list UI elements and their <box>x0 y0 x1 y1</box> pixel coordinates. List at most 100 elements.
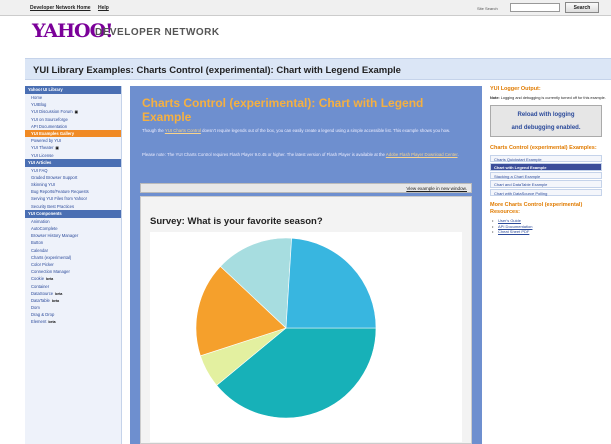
sidebar-item[interactable]: Button <box>25 239 121 246</box>
sidebar-item[interactable]: AutoComplete <box>25 225 121 232</box>
sidebar-item-label: Color Picker <box>31 261 54 267</box>
sidebar-item-label: Calendar <box>31 247 48 253</box>
developer-network-label: DEVELOPER NETWORK <box>95 27 220 38</box>
sidebar-item-badge: beta <box>51 298 60 303</box>
sidebar-section-header: Yahoo! UI Library <box>25 86 121 94</box>
sidebar-item[interactable]: Color Picker <box>25 261 121 268</box>
req-text-pre: Please note: The YUI Charts Control requ… <box>142 152 386 157</box>
sidebar-item[interactable]: Home <box>25 94 121 101</box>
sidebar-item[interactable]: Calendar <box>25 247 121 254</box>
example-link[interactable]: Chart with Legend Example <box>490 163 602 171</box>
sidebar-item[interactable]: Powered by YUI <box>25 137 121 144</box>
sidebar-item-label: API Documentation <box>31 123 68 129</box>
sidebar-item[interactable]: API Documentation <box>25 123 121 130</box>
sidebar-item[interactable]: Container <box>25 283 121 290</box>
top-links: Developer Network Home Help <box>30 5 115 11</box>
sidebar-item-badge: beta <box>46 277 54 282</box>
sidebar-item-label: YUIBlog <box>31 102 47 108</box>
sidebar-item[interactable]: Bug Reports/Feature Requests <box>25 188 121 195</box>
yui-charts-link[interactable]: YUI Charts Control <box>165 128 201 133</box>
sidebar-item-label: Graded Browser Support <box>31 174 78 180</box>
sidebar-item-label: Home <box>31 95 43 100</box>
resources-list: User's GuideAPI DocumentationCheat Sheet… <box>490 218 611 235</box>
reload-button-line1: Reload with logging <box>517 112 575 119</box>
sidebar-item[interactable]: Charts (experimental) <box>25 254 121 261</box>
sidebar-item-label: YUI Discussion Forum <box>31 109 73 115</box>
logger-note-text: Logging and debugging is currently turne… <box>499 95 606 100</box>
sidebar-item[interactable]: Serving YUI Files from Yahoo! <box>25 195 121 202</box>
view-example-bar: View example in new window. <box>140 183 472 193</box>
flash-download-link[interactable]: Adobe Flash Player Download Center <box>386 152 458 157</box>
top-bar: Developer Network Home Help Site Search … <box>0 0 611 16</box>
sidebar-item[interactable]: YUI Theater ▣ <box>25 144 121 151</box>
left-sidebar: Yahoo! UI Library Home YUIBlog YUI Discussi… <box>25 86 122 444</box>
logger-title: YUI Logger Output: <box>490 86 541 92</box>
sidebar-item-label: Charts (experimental) <box>31 254 72 260</box>
sidebar-item[interactable]: Security Best Practices <box>25 203 121 210</box>
example-link[interactable]: Charts Quickstart Example <box>490 154 602 163</box>
example-link[interactable]: Stacking a Chart Example <box>490 171 602 180</box>
sidebar-item[interactable]: Animation <box>25 218 121 225</box>
sidebar-item-label: YUI License <box>31 152 54 158</box>
sidebar-item-label: Serving YUI Files from Yahoo! <box>31 196 87 202</box>
sidebar-item[interactable]: Graded Browser Support <box>25 174 121 181</box>
sidebar-item[interactable]: Cookie beta <box>25 275 121 282</box>
sidebar-item-label: DataSource <box>31 290 54 296</box>
top-link-help[interactable]: Help <box>98 5 109 11</box>
sidebar-section-header: YUI Components <box>25 209 121 218</box>
sidebar-item-label: Connection Manager <box>31 269 70 275</box>
main-heading: Charts Control (experimental): Chart wit… <box>142 96 424 124</box>
right-column: YUI Logger Output: Note: Logging and deb… <box>490 86 611 444</box>
sidebar-item[interactable]: DataTable beta <box>25 297 121 304</box>
sidebar-item-label: AutoComplete <box>31 226 58 231</box>
top-link-home[interactable]: Developer Network Home <box>30 5 91 11</box>
example-link[interactable]: Chart and DataTable Example <box>490 180 602 188</box>
search-button[interactable]: Search <box>565 2 599 13</box>
sidebar-item-badge: ▣ <box>55 146 59 151</box>
sidebar-item-label: Security Best Practices <box>31 203 75 209</box>
pie-chart <box>150 232 462 442</box>
logger-note-bold: Note: <box>490 95 500 100</box>
sidebar-item-badge: beta <box>55 291 63 296</box>
sidebar-item[interactable]: Browser History Manager <box>25 232 121 239</box>
examples-list: Charts Quickstart Example Chart with Lege… <box>490 154 602 197</box>
sidebar-item-label: Container <box>31 283 50 289</box>
requirements-paragraph: Please note: The YUI Charts Control requ… <box>142 152 467 158</box>
sidebar-item[interactable]: DataSource beta <box>25 290 121 297</box>
sidebar-item-label: Animation <box>31 218 50 224</box>
sidebar-item[interactable]: Skinning YUI <box>25 181 121 188</box>
resource-link[interactable]: Cheat Sheet PDF <box>490 229 611 235</box>
sidebar-section-header: YUI Articles <box>25 158 121 167</box>
examples-title: Charts Control (experimental) Examples: <box>490 145 597 152</box>
reload-logging-button[interactable]: Reload with logging and debugging enable… <box>490 105 602 138</box>
sidebar-item[interactable]: YUI Discussion Forum ▣ <box>25 108 121 115</box>
view-new-window-link[interactable]: View example in new window. <box>406 186 467 191</box>
sidebar-item[interactable]: Connection Manager <box>25 268 121 275</box>
sidebar-item-label: Browser History Manager <box>31 233 79 239</box>
search-input[interactable] <box>510 3 560 12</box>
sidebar-item-label: Dom <box>31 305 40 311</box>
sidebar-item[interactable]: YUI on Sourceforge <box>25 116 121 123</box>
sidebar-item[interactable]: Element beta <box>25 318 121 325</box>
sidebar-item[interactable]: YUIBlog <box>25 101 121 108</box>
sidebar-item-label: Drag & Drop <box>31 312 55 318</box>
intro-text-pre: Though the <box>142 128 165 133</box>
resources-title: More Charts Control (experimental) Resou… <box>490 202 583 215</box>
example-link[interactable]: Chart with DataSource Polling <box>490 188 602 197</box>
sidebar-item[interactable]: Dom <box>25 304 121 311</box>
sidebar-item-label: Skinning YUI <box>31 182 56 188</box>
sidebar-item-label: Element <box>31 319 47 325</box>
page-title: YUI Library Examples: Charts Control (ex… <box>33 65 401 76</box>
sidebar-item-label: Cookie <box>31 276 45 282</box>
sidebar-item[interactable]: YUI FAQ <box>25 167 121 174</box>
sidebar-item-badge: beta <box>48 320 56 325</box>
sidebar-item[interactable]: YUI License <box>25 152 121 159</box>
sidebar-item-label: YUI FAQ <box>31 167 48 173</box>
search-label: Site Search <box>477 6 498 11</box>
sidebar-item-label: Powered by YUI <box>31 138 62 144</box>
reload-button-line2: and debugging enabled. <box>511 125 581 132</box>
sidebar-item[interactable]: Drag & Drop <box>25 311 121 318</box>
sidebar-item-label: YUI Theater <box>31 145 54 151</box>
logger-note: Note: Logging and debugging is currently… <box>490 96 611 101</box>
sidebar-item[interactable]: YUI Examples Gallery <box>25 129 121 138</box>
